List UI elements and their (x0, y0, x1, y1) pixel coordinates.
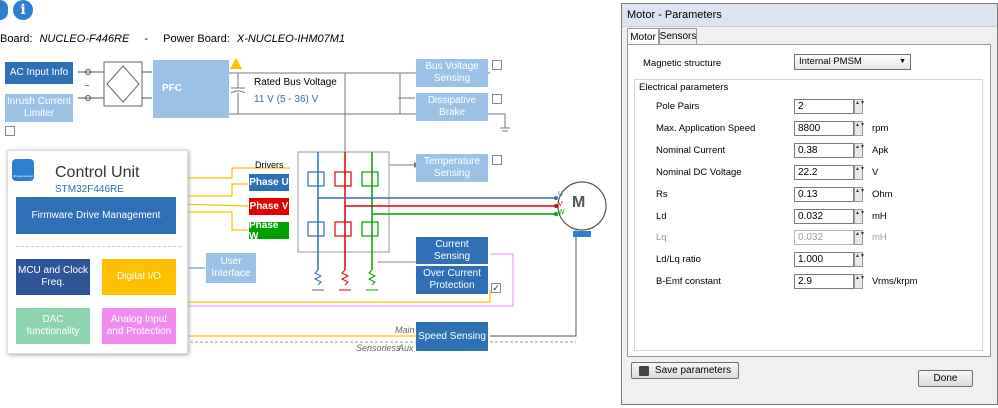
current-sensing-block[interactable]: Current Sensing (416, 237, 488, 264)
motor-w-label: W (558, 209, 565, 216)
dac-functionality-block[interactable]: DAC functionality (16, 308, 90, 344)
motor-parameters-dialog: Motor - Parameters Motor Sensors Magneti… (621, 3, 998, 405)
param-unit: mH (872, 211, 887, 222)
param-input[interactable]: 2 (794, 99, 854, 114)
over-current-protection-block[interactable]: Over Current Protection (416, 266, 488, 294)
param-label: Pole Pairs (656, 101, 700, 112)
phase-v-button[interactable]: Phase V (249, 198, 289, 215)
param-unit: rpm (872, 123, 889, 134)
spinner-icon: ▲▼ (854, 230, 865, 245)
pfc-block[interactable]: PFC (153, 60, 191, 118)
warning-icon (230, 58, 242, 69)
param-label: B-Emf constant (656, 276, 721, 287)
param-unit: Ohm (872, 189, 893, 200)
param-label: Rs (656, 189, 668, 200)
svg-text:~: ~ (84, 81, 90, 92)
drivers-label: Drivers (255, 160, 284, 170)
param-unit: Vrms/krpm (872, 276, 918, 287)
mcu-clock-freq-block[interactable]: MCU and Clock Freq. (16, 259, 90, 295)
param-input: 0.032 (794, 230, 854, 245)
param-unit: mH (872, 232, 887, 243)
motor-label[interactable]: M (572, 194, 585, 212)
spinner-icon[interactable]: ▲▼ (854, 143, 865, 158)
st-logo-text: life.augmented (13, 174, 33, 178)
analog-input-protection-block[interactable]: Analog Input and Protection (102, 308, 176, 344)
param-input[interactable]: 0.032 (794, 209, 854, 224)
motor-tab-panel: Magnetic structure Internal PMSM ▼ Elect… (627, 44, 991, 357)
param-input[interactable]: 0.38 (794, 143, 854, 158)
motor-v-label: V (558, 201, 563, 208)
save-parameters-button[interactable]: Save parameters (631, 362, 739, 379)
done-button[interactable]: Done (918, 370, 973, 387)
electrical-parameters-label: Electrical parameters (639, 82, 729, 93)
bus-voltage-checkbox[interactable] (492, 60, 502, 70)
param-label: Ld (656, 211, 667, 222)
over-current-checkbox[interactable]: ✓ (491, 283, 501, 293)
save-parameters-label: Save parameters (654, 365, 732, 376)
sensorless-label: Sensorless (356, 343, 401, 353)
param-label: Lq (656, 232, 667, 243)
speed-sensing-block[interactable]: Speed Sensing (416, 322, 488, 351)
digital-io-block[interactable]: Digital I/O (102, 259, 176, 295)
spinner-icon[interactable]: ▲▼ (854, 165, 865, 180)
motor-u-label: U (558, 191, 564, 198)
pfc-switch-block (191, 60, 229, 118)
param-input[interactable]: 2.9 (794, 274, 854, 289)
phase-w-button[interactable]: Phase W (249, 220, 289, 242)
param-unit: V (872, 167, 879, 178)
control-unit-mcu: STM32F446RE (55, 184, 124, 195)
spinner-icon[interactable]: ▲▼ (854, 121, 865, 136)
param-input[interactable]: 1.000 (794, 252, 854, 267)
dissipative-brake-checkbox[interactable] (492, 94, 502, 104)
control-unit-divider (16, 246, 181, 247)
spinner-icon[interactable]: ▲▼ (854, 252, 865, 267)
magnetic-structure-label: Magnetic structure (643, 58, 722, 69)
spinner-icon[interactable]: ▲▼ (854, 187, 865, 202)
phase-u-button[interactable]: Phase U (249, 174, 289, 191)
inrush-current-limiter-block[interactable]: Inrush Current Limiter (5, 94, 73, 122)
param-label: Max. Application Speed (656, 123, 756, 134)
tab-motor[interactable]: Motor (627, 28, 659, 45)
dialog-title: Motor - Parameters (622, 4, 997, 27)
param-input[interactable]: 8800 (794, 121, 854, 136)
control-unit-title: Control Unit (55, 164, 140, 181)
rated-bus-voltage-label: Rated Bus Voltage (254, 77, 337, 88)
spinner-icon[interactable]: ▲▼ (854, 274, 865, 289)
param-unit: Apk (872, 145, 889, 156)
chevron-down-icon: ▼ (899, 58, 906, 65)
param-input[interactable]: 0.13 (794, 187, 854, 202)
param-label: Nominal DC Voltage (656, 167, 742, 178)
temperature-checkbox[interactable] (492, 155, 502, 165)
pfc-label: PFC (162, 83, 182, 94)
spinner-icon[interactable]: ▲▼ (854, 209, 865, 224)
magnetic-structure-value: Internal PMSM (799, 56, 862, 67)
ac-input-info-button[interactable]: AC Input Info (5, 62, 73, 84)
st-logo-icon: life.augmented (12, 159, 34, 181)
tab-sensors[interactable]: Sensors (659, 28, 697, 44)
firmware-drive-management-button[interactable]: Firmware Drive Management (16, 197, 176, 234)
temperature-sensing-block[interactable]: Temperature Sensing (416, 154, 488, 182)
control-unit-panel: life.augmented Control Unit STM32F446RE … (7, 150, 188, 354)
spinner-icon[interactable]: ▲▼ (854, 99, 865, 114)
user-interface-block[interactable]: User Interface (206, 253, 256, 283)
magnetic-structure-select[interactable]: Internal PMSM ▼ (794, 54, 911, 70)
aux-label: Aux (398, 343, 414, 353)
rated-bus-voltage-value: 11 V (5 - 36) V (254, 94, 319, 105)
param-label: Ld/Lq ratio (656, 254, 701, 265)
param-input[interactable]: 22.2 (794, 165, 854, 180)
param-label: Nominal Current (656, 145, 726, 156)
dissipative-brake-block[interactable]: Dissipative Brake (416, 93, 488, 121)
bus-voltage-sensing-block[interactable]: Bus Voltage Sensing (416, 59, 488, 87)
floppy-disk-icon (638, 365, 649, 376)
inrush-checkbox[interactable] (5, 126, 15, 136)
main-label: Main (395, 325, 415, 335)
